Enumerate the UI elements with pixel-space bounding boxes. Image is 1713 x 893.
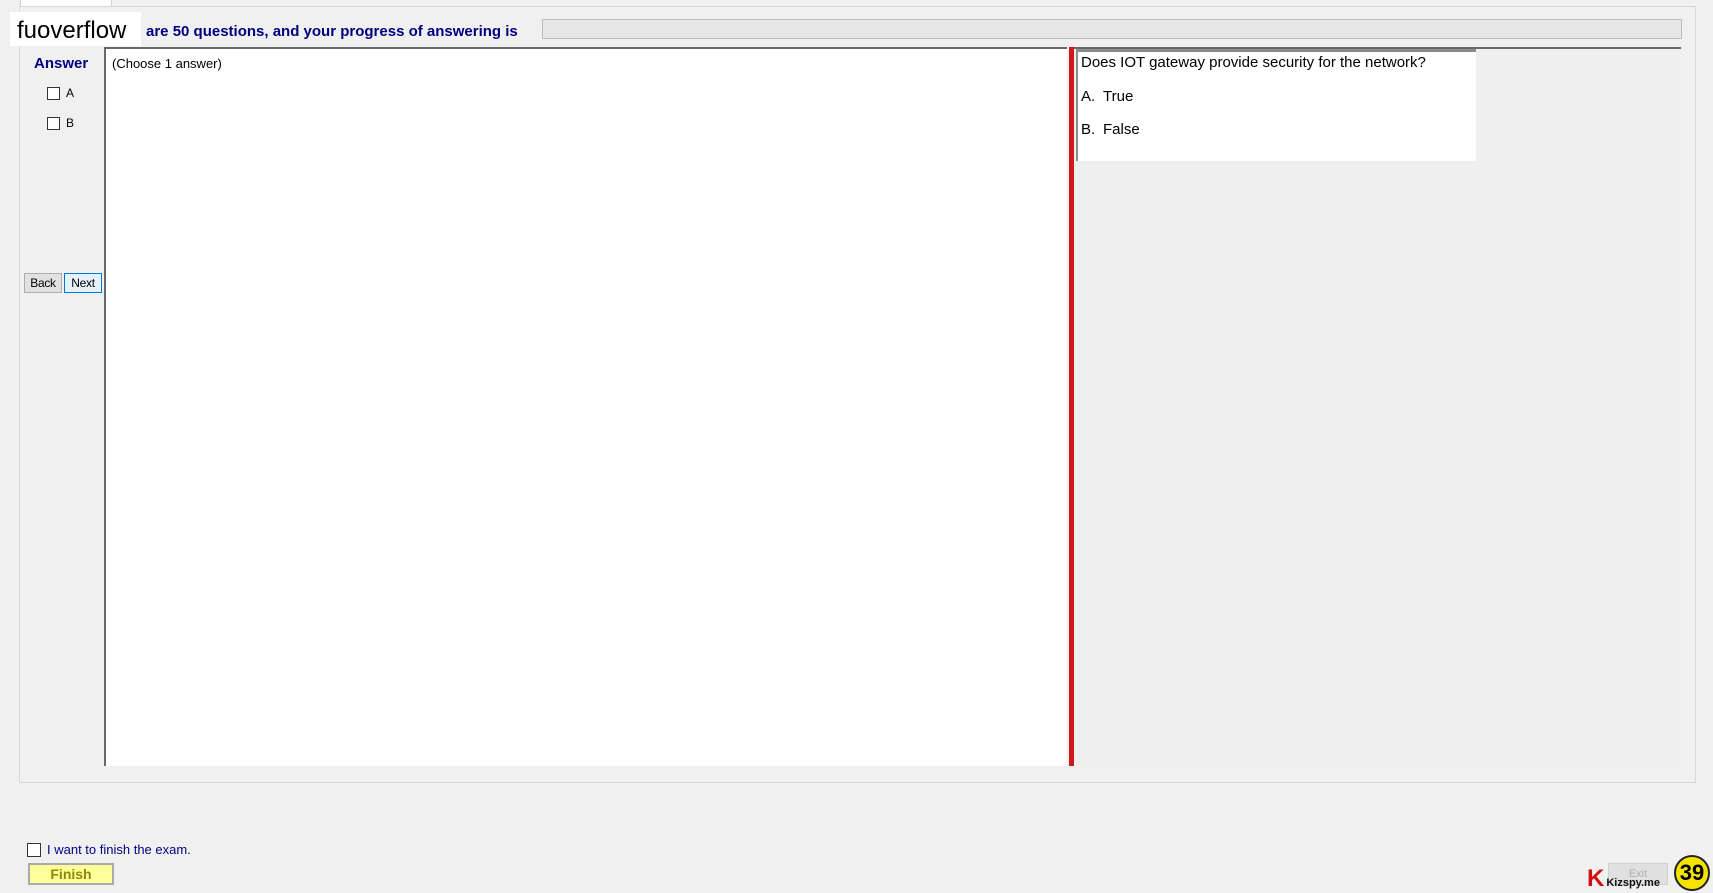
option-text: True [1103, 88, 1134, 105]
watermark: fuoverflow [10, 12, 141, 46]
brand-logo: K Kizspy.me [1587, 865, 1667, 892]
progress-text: are 50 questions, and your progress of a… [146, 23, 518, 40]
back-button[interactable]: Back [24, 273, 62, 293]
question-option-a: A. True [1081, 88, 1133, 105]
answer-checkbox-b[interactable] [47, 116, 60, 130]
exam-window: fuoverflow are 50 questions, and your pr… [0, 0, 1713, 893]
question-panel: Does IOT gateway provide security for th… [1074, 47, 1681, 766]
answer-option-label: A [66, 86, 75, 100]
question-text: Does IOT gateway provide security for th… [1081, 54, 1426, 71]
answer-option-b[interactable]: B [47, 116, 74, 130]
progress-bar [542, 19, 1682, 39]
choose-instruction: (Choose 1 answer) [112, 56, 222, 71]
number-badge: 39 [1674, 855, 1710, 891]
question-box: Does IOT gateway provide security for th… [1076, 49, 1476, 161]
finish-button[interactable]: Finish [28, 863, 114, 885]
answer-option-a[interactable]: A [47, 86, 74, 100]
finish-confirm-label: I want to finish the exam. [47, 842, 191, 857]
option-letter: A. [1081, 88, 1096, 105]
next-button[interactable]: Next [64, 273, 102, 293]
answer-content-panel: (Choose 1 answer) [104, 47, 1067, 766]
brand-k-icon: K [1587, 865, 1605, 892]
answer-option-label: B [66, 116, 75, 130]
option-letter: B. [1081, 121, 1096, 138]
finish-confirm-row[interactable]: I want to finish the exam. [27, 842, 191, 857]
answer-title: Answer [34, 55, 89, 72]
question-option-b: B. False [1081, 121, 1140, 138]
answer-checkbox-a[interactable] [47, 86, 60, 100]
option-text: False [1103, 121, 1140, 138]
brand-text: Kizspy.me [1606, 877, 1660, 889]
finish-confirm-checkbox[interactable] [27, 842, 41, 857]
